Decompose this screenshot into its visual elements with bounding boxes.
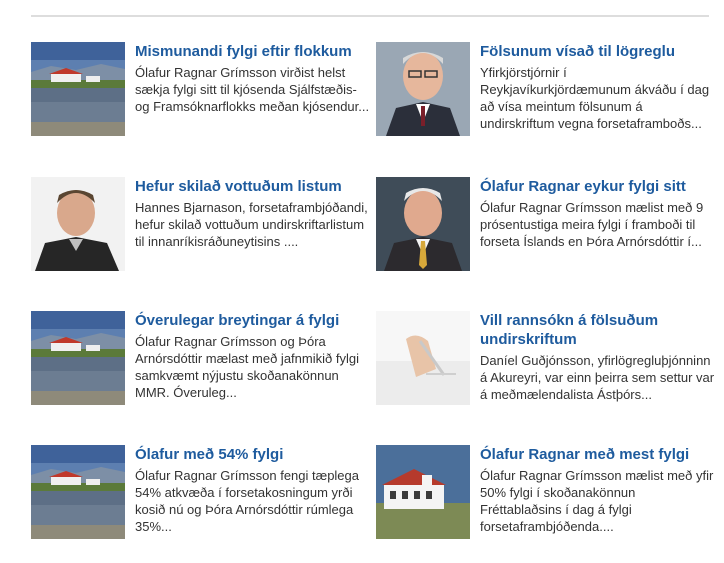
news-thumbnail[interactable]: [31, 445, 125, 539]
news-thumbnail[interactable]: [31, 311, 125, 405]
news-item: Mismunandi fylgi eftir flokkum Ólafur Ra…: [31, 42, 371, 138]
news-thumbnail[interactable]: [31, 177, 125, 271]
news-item: Fölsunum vísað til lögreglu Yfirkjörstjó…: [376, 42, 716, 138]
news-item: Ólafur með 54% fylgi Ólafur Ragnar Gríms…: [31, 445, 371, 541]
section-divider: [31, 15, 709, 17]
news-item: Ólafur Ragnar með mest fylgi Ólafur Ragn…: [376, 445, 716, 541]
news-item: Ólafur Ragnar eykur fylgi sitt Ólafur Ra…: [376, 177, 716, 273]
news-thumbnail[interactable]: [376, 42, 470, 136]
news-item: Óverulegar breytingar á fylgi Ólafur Rag…: [31, 311, 371, 407]
news-thumbnail[interactable]: [376, 177, 470, 271]
news-thumbnail[interactable]: [31, 42, 125, 136]
news-item: Vill rannsókn á fölsuðum undirskriftum D…: [376, 311, 716, 407]
news-thumbnail[interactable]: [376, 311, 470, 405]
news-item: Hefur skilað vottuðum listum Hannes Bjar…: [31, 177, 371, 273]
news-thumbnail[interactable]: [376, 445, 470, 539]
